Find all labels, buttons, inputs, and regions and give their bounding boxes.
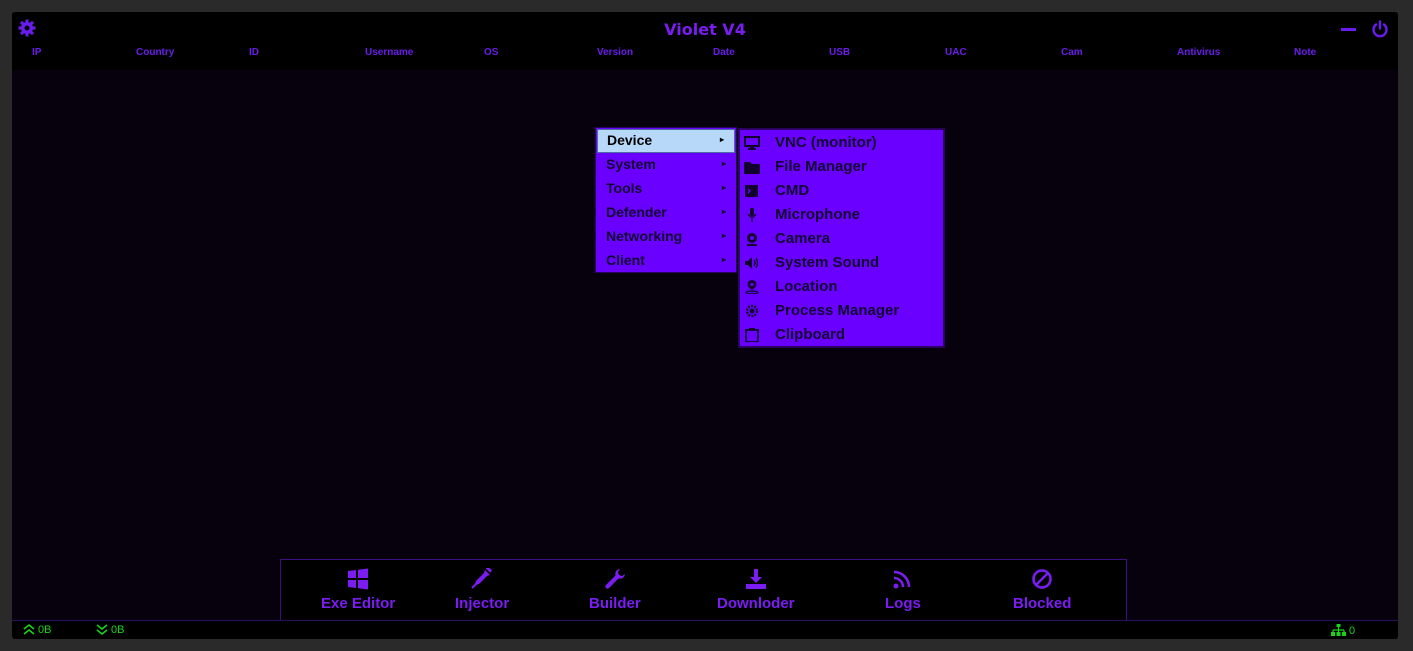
status-bar: 0B 0B 0 <box>12 620 1398 639</box>
submenu-item-label: Clipboard <box>775 326 845 343</box>
submenu-item-label: VNC (monitor) <box>775 134 877 151</box>
menu-item-label: Client <box>606 252 645 268</box>
column-header-version[interactable]: Version <box>597 47 633 58</box>
submenu-item-label: Location <box>775 278 838 295</box>
submenu-item-label: Microphone <box>775 206 860 223</box>
exe-editor-button[interactable]: Exe Editor <box>321 568 395 612</box>
submenu-item-label: Camera <box>775 230 831 247</box>
folder-icon <box>744 162 760 174</box>
column-header-antivirus[interactable]: Antivirus <box>1177 47 1220 58</box>
menu-item-client[interactable]: Client ▸ <box>596 249 736 273</box>
speaker-icon <box>745 257 759 269</box>
menu-item-system[interactable]: System ▸ <box>596 153 736 177</box>
dock-label: Downloder <box>717 595 795 612</box>
chevron-right-icon: ▸ <box>721 159 726 168</box>
column-header-cam[interactable]: Cam <box>1061 47 1083 58</box>
close-button[interactable] <box>1371 20 1389 38</box>
menu-item-label: Device <box>607 132 653 148</box>
connections-value: 0 <box>1349 625 1356 637</box>
context-menu: Device ▸ System ▸ Tools ▸ Defender ▸ Net… <box>595 127 737 273</box>
dock-label: Logs <box>885 595 921 612</box>
submenu-item-microphone[interactable]: Microphone <box>740 203 943 227</box>
device-submenu: VNC (monitor) File Manager CMD Microphon… <box>738 128 945 348</box>
network-icon <box>1331 624 1346 636</box>
submenu-item-cmd[interactable]: CMD <box>740 179 943 203</box>
dock-label: Blocked <box>1013 595 1072 612</box>
submenu-item-file-manager[interactable]: File Manager <box>740 155 943 179</box>
power-icon <box>1372 20 1388 38</box>
column-headers: IP Country ID Username OS Version Date U… <box>12 47 1398 61</box>
terminal-icon <box>745 185 758 197</box>
cog-icon <box>745 304 759 318</box>
ban-icon <box>1032 569 1052 589</box>
submenu-item-system-sound[interactable]: System Sound <box>740 251 943 275</box>
chevron-right-icon: ▸ <box>719 135 724 144</box>
downloader-button[interactable]: Downloder <box>717 568 795 612</box>
location-icon <box>745 280 759 294</box>
main-window: Violet V4 IP Country ID Username OS Vers… <box>12 12 1398 639</box>
menu-item-label: Tools <box>606 180 643 196</box>
dock-label: Exe Editor <box>321 595 396 612</box>
menu-item-device[interactable]: Device ▸ <box>597 129 735 153</box>
windows-icon <box>348 568 369 590</box>
column-header-uac[interactable]: UAC <box>945 47 967 58</box>
monitor-icon <box>744 136 760 150</box>
submenu-item-clipboard[interactable]: Clipboard <box>740 323 943 347</box>
column-header-usb[interactable]: USB <box>829 47 850 58</box>
submenu-item-process-manager[interactable]: Process Manager <box>740 299 943 323</box>
chevron-right-icon: ▸ <box>721 255 726 264</box>
column-header-ip[interactable]: IP <box>32 47 41 58</box>
blocked-button[interactable]: Blocked <box>1013 568 1071 612</box>
submenu-item-camera[interactable]: Camera <box>740 227 943 251</box>
menu-item-label: Networking <box>606 228 683 244</box>
rss-icon <box>893 570 911 589</box>
double-chevron-up-icon <box>23 623 35 635</box>
clipboard-icon <box>745 328 759 342</box>
upload-stat: 0B <box>23 623 52 636</box>
menu-item-label: Defender <box>606 204 667 220</box>
submenu-item-location[interactable]: Location <box>740 275 943 299</box>
logs-button[interactable]: Logs <box>885 568 921 612</box>
download-stat: 0B <box>96 624 124 636</box>
menu-item-tools[interactable]: Tools ▸ <box>596 177 736 201</box>
column-header-note[interactable]: Note <box>1294 47 1316 58</box>
menu-item-defender[interactable]: Defender ▸ <box>596 201 736 225</box>
minimize-button[interactable] <box>1340 20 1358 36</box>
double-chevron-down-icon <box>96 624 108 636</box>
submenu-item-vnc[interactable]: VNC (monitor) <box>740 131 943 155</box>
column-header-id[interactable]: ID <box>249 47 259 58</box>
download-icon <box>745 569 766 589</box>
chevron-right-icon: ▸ <box>721 207 726 216</box>
title-bar: Violet V4 IP Country ID Username OS Vers… <box>12 12 1398 70</box>
menu-item-label: System <box>606 156 656 172</box>
submenu-item-label: CMD <box>775 182 810 199</box>
syringe-icon <box>471 568 493 589</box>
microphone-icon <box>747 208 757 222</box>
download-value: 0B <box>111 624 125 636</box>
app-title: Violet V4 <box>664 20 746 39</box>
chevron-right-icon: ▸ <box>721 231 726 240</box>
wrench-icon <box>605 569 625 589</box>
column-header-username[interactable]: Username <box>365 47 413 58</box>
dock-label: Builder <box>589 595 641 612</box>
bottom-dock: Exe Editor Injector Builder Downloder Lo… <box>280 559 1127 620</box>
dock-label: Injector <box>455 595 510 612</box>
menu-item-networking[interactable]: Networking ▸ <box>596 225 736 249</box>
injector-button[interactable]: Injector <box>455 568 509 612</box>
submenu-item-label: Process Manager <box>775 302 900 319</box>
upload-value: 0B <box>38 624 52 636</box>
submenu-item-label: File Manager <box>775 158 867 175</box>
chevron-right-icon: ▸ <box>721 183 726 192</box>
column-header-date[interactable]: Date <box>713 47 735 58</box>
webcam-icon <box>747 233 757 246</box>
submenu-item-label: System Sound <box>775 254 880 271</box>
column-header-os[interactable]: OS <box>484 47 498 58</box>
column-header-country[interactable]: Country <box>136 47 174 58</box>
builder-button[interactable]: Builder <box>589 568 641 612</box>
connections-stat: 0 <box>1331 624 1355 637</box>
